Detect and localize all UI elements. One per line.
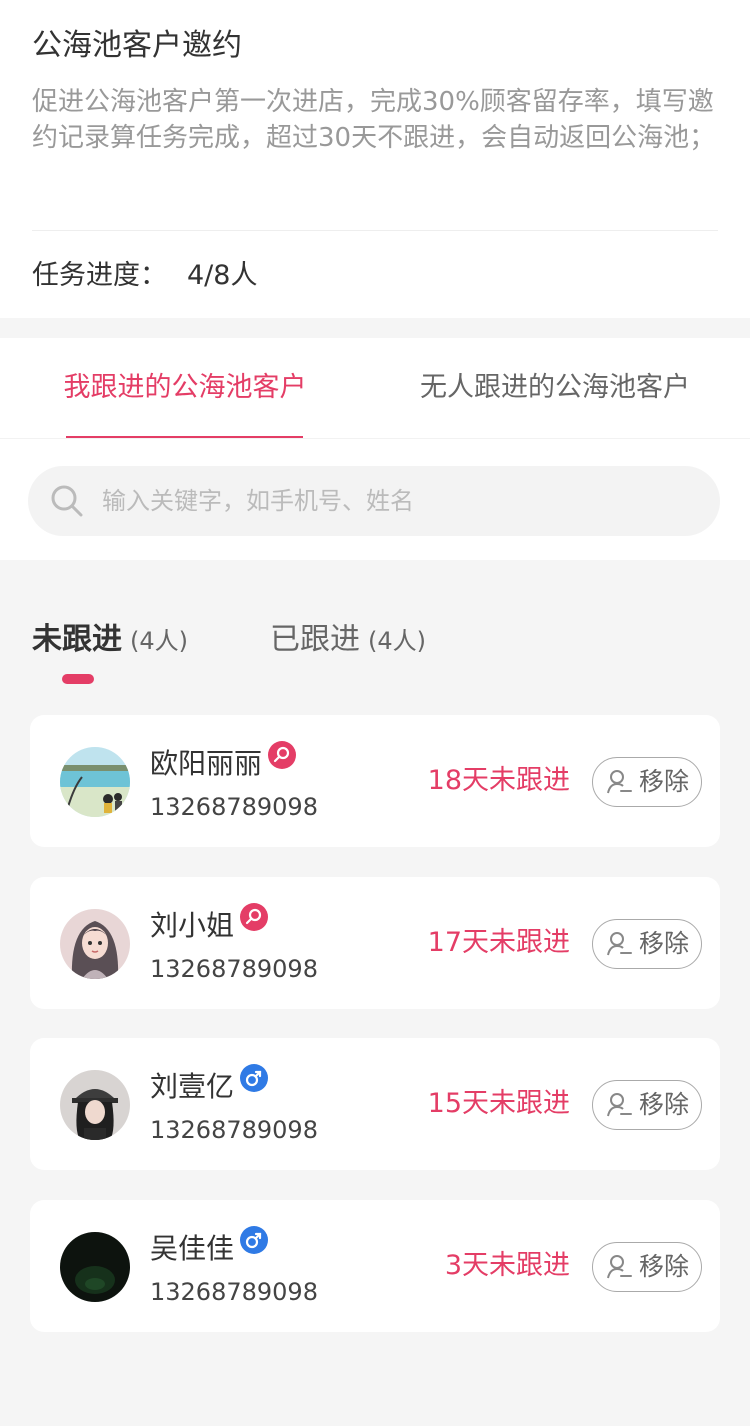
customer-name-text: 刘壹亿 [150,1070,235,1103]
customer-name: 吴佳佳 [150,1226,269,1269]
customer-name-text: 吴佳佳 [150,1232,235,1265]
male-icon [240,1226,269,1254]
tab-my-followed-customers[interactable]: 我跟进的公海池客户 [60,368,310,408]
remove-button-label: 移除 [639,1252,690,1281]
sub-tab-label: 未跟进 [32,622,122,657]
customer-card[interactable]: 吴佳佳 13268789098 3天未跟进 移除 [30,1200,720,1332]
male-icon [240,1064,269,1092]
person-remove-icon [607,1093,632,1117]
person-remove-icon [607,770,632,794]
avatar [60,747,130,817]
remove-button[interactable]: 移除 [592,1242,702,1292]
tabs-panel: 我跟进的公海池客户 无人跟进的公海池客户 [0,338,750,560]
remove-button-label: 移除 [639,929,690,958]
avatar [60,1070,130,1140]
sub-tab-active-indicator [62,674,94,684]
customer-name: 刘小姐 [150,903,269,946]
follow-status: 15天未跟进 [427,1088,570,1119]
remove-button-label: 移除 [639,767,690,796]
female-icon [240,903,269,931]
follow-status: 17天未跟进 [427,927,570,958]
task-progress: 任务进度： 4/8人 [32,256,257,296]
search-icon [51,485,83,517]
divider [32,230,718,231]
customer-name-text: 刘小姐 [150,909,235,942]
customer-card[interactable]: 刘壹亿 13268789098 15天未跟进 移除 [30,1038,720,1170]
sub-tab-not-followed[interactable]: 未跟进 (4人) [32,618,188,666]
search-input[interactable] [102,466,692,536]
customer-name: 刘壹亿 [150,1064,269,1107]
customer-phone: 13268789098 [150,1278,318,1306]
task-progress-label: 任务进度： [32,260,167,291]
task-title: 公海池客户邀约 [32,28,242,63]
avatar [60,909,130,979]
customer-name-text: 欧阳丽丽 [150,747,263,780]
customer-card[interactable]: 欧阳丽丽 13268789098 18天未跟进 移除 [30,715,720,847]
task-card: 公海池客户邀约 促进公海池客户第一次进店，完成30%顾客留存率，填写邀约记录算任… [0,0,750,318]
sub-tab-label: 已跟进 [270,622,360,657]
remove-button[interactable]: 移除 [592,919,702,969]
customer-phone: 13268789098 [150,1116,318,1144]
tab-unfollowed-customers[interactable]: 无人跟进的公海池客户 [410,368,700,408]
follow-status: 18天未跟进 [427,765,570,796]
female-icon [268,741,297,769]
search-box[interactable] [28,466,720,536]
avatar [60,1232,130,1302]
customer-phone: 13268789098 [150,955,318,983]
person-remove-icon [607,1255,632,1279]
customer-card[interactable]: 刘小姐 13268789098 17天未跟进 移除 [30,877,720,1009]
sub-tab-count: (4人) [130,627,188,655]
task-progress-value: 4/8人 [187,260,258,291]
person-remove-icon [607,932,632,956]
sub-tab-followed[interactable]: 已跟进 (4人) [270,618,426,666]
remove-button-label: 移除 [639,1090,690,1119]
sub-tab-count: (4人) [368,627,426,655]
customer-name: 欧阳丽丽 [150,741,297,784]
remove-button[interactable]: 移除 [592,757,702,807]
customer-phone: 13268789098 [150,793,318,821]
remove-button[interactable]: 移除 [592,1080,702,1130]
sub-tabs: 未跟进 (4人) 已跟进 (4人) [0,610,750,690]
follow-status: 3天未跟进 [444,1250,570,1281]
divider [0,438,750,439]
task-description: 促进公海池客户第一次进店，完成30%顾客留存率，填写邀约记录算任务完成，超过30… [32,87,716,153]
